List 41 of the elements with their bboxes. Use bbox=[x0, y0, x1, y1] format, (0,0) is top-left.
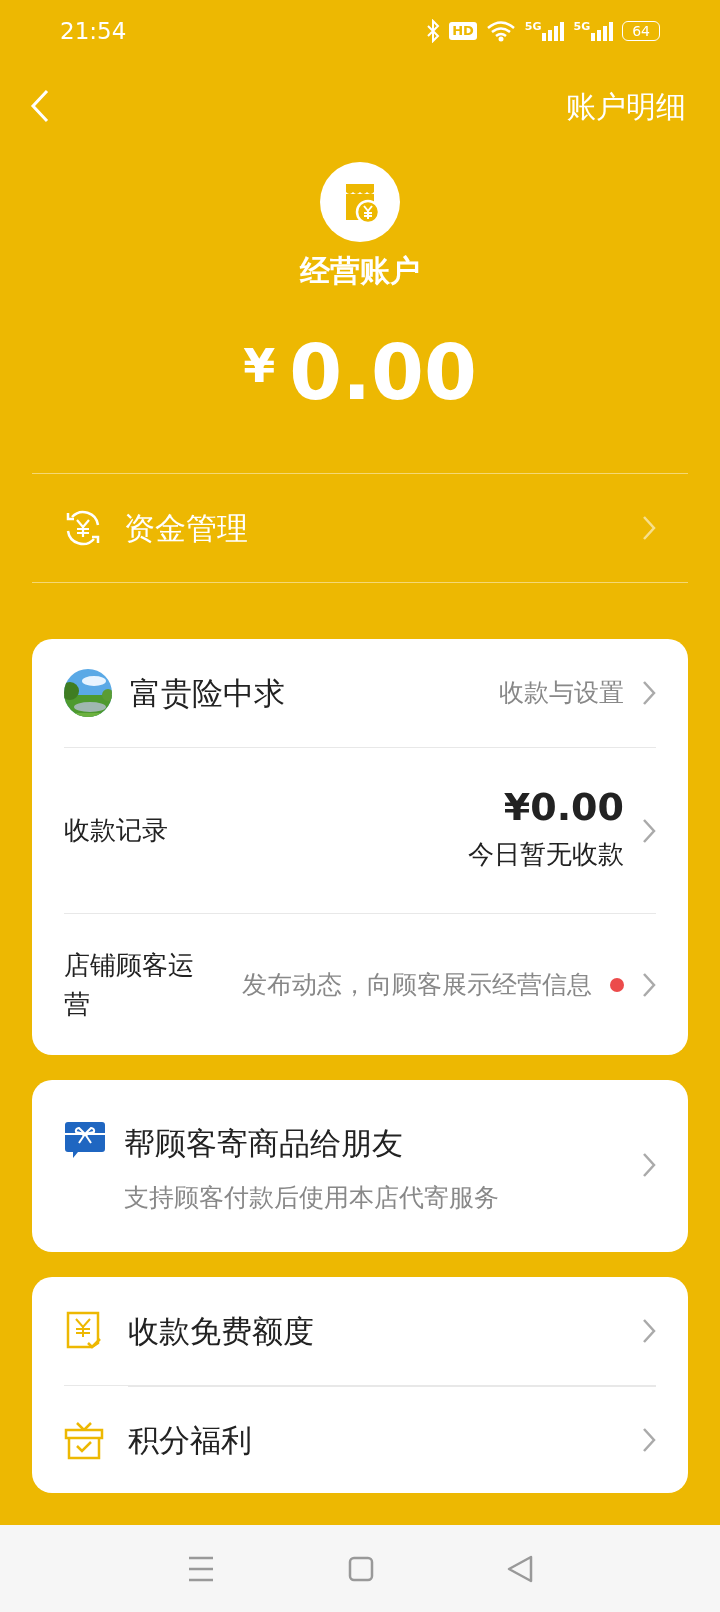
chevron-icon bbox=[642, 817, 656, 844]
payment-settings-link[interactable]: 收款与设置 bbox=[499, 674, 624, 712]
fund-management-label: 资金管理 bbox=[124, 508, 249, 548]
yuan-receipt-icon bbox=[64, 1311, 104, 1351]
row-label: 收款记录 bbox=[64, 814, 169, 847]
menu-icon[interactable] bbox=[186, 1555, 215, 1582]
row-label: 店铺顾客运营 bbox=[64, 948, 195, 1021]
gift-box-icon bbox=[64, 1419, 104, 1460]
chevron-icon bbox=[642, 515, 656, 541]
time: 21:54 bbox=[60, 16, 127, 46]
chevron-icon bbox=[642, 1427, 656, 1453]
network-label: 5G bbox=[524, 21, 542, 32]
signal-icon bbox=[542, 21, 565, 41]
chevron-icon bbox=[642, 680, 656, 706]
account-details-link[interactable]: 账户明细 bbox=[566, 83, 686, 129]
network-label: 5G bbox=[573, 21, 591, 32]
back-icon[interactable] bbox=[507, 1554, 534, 1583]
gift-message-icon bbox=[64, 1120, 106, 1160]
yuan-cycle-icon bbox=[64, 509, 102, 547]
chevron-icon bbox=[642, 1152, 656, 1178]
hd-badge: HD bbox=[449, 22, 477, 40]
account-name: 经营账户 bbox=[300, 252, 420, 290]
store-name: 富贵险中求 bbox=[130, 673, 286, 713]
gift-title: 帮顾客寄商品给朋友 bbox=[124, 1124, 404, 1163]
chevron-icon bbox=[642, 1318, 656, 1344]
today-amount: ¥0.00 bbox=[503, 787, 624, 829]
signal-icon bbox=[591, 21, 614, 41]
benefit-label[interactable]: 积分福利 bbox=[128, 1416, 624, 1464]
row-hint: 发布动态，向顾客展示经营信息 bbox=[241, 968, 592, 1001]
gift-subtitle: 支持顾客付款后使用本店代寄服务 bbox=[124, 1181, 500, 1214]
fund-management-row[interactable]: 资金管理 bbox=[32, 473, 688, 583]
battery-level: 64 bbox=[622, 21, 660, 41]
balance-amount: 0.00 bbox=[289, 335, 477, 411]
benefit-label[interactable]: 收款免费额度 bbox=[128, 1307, 624, 1355]
wifi-icon bbox=[485, 20, 516, 42]
today-note: 今日暂无收款 bbox=[468, 837, 624, 871]
store-icon bbox=[320, 162, 400, 242]
currency-symbol: ¥ bbox=[243, 343, 276, 389]
chevron-icon bbox=[642, 971, 656, 998]
bluetooth-icon bbox=[426, 19, 441, 43]
home-icon[interactable] bbox=[348, 1555, 374, 1582]
